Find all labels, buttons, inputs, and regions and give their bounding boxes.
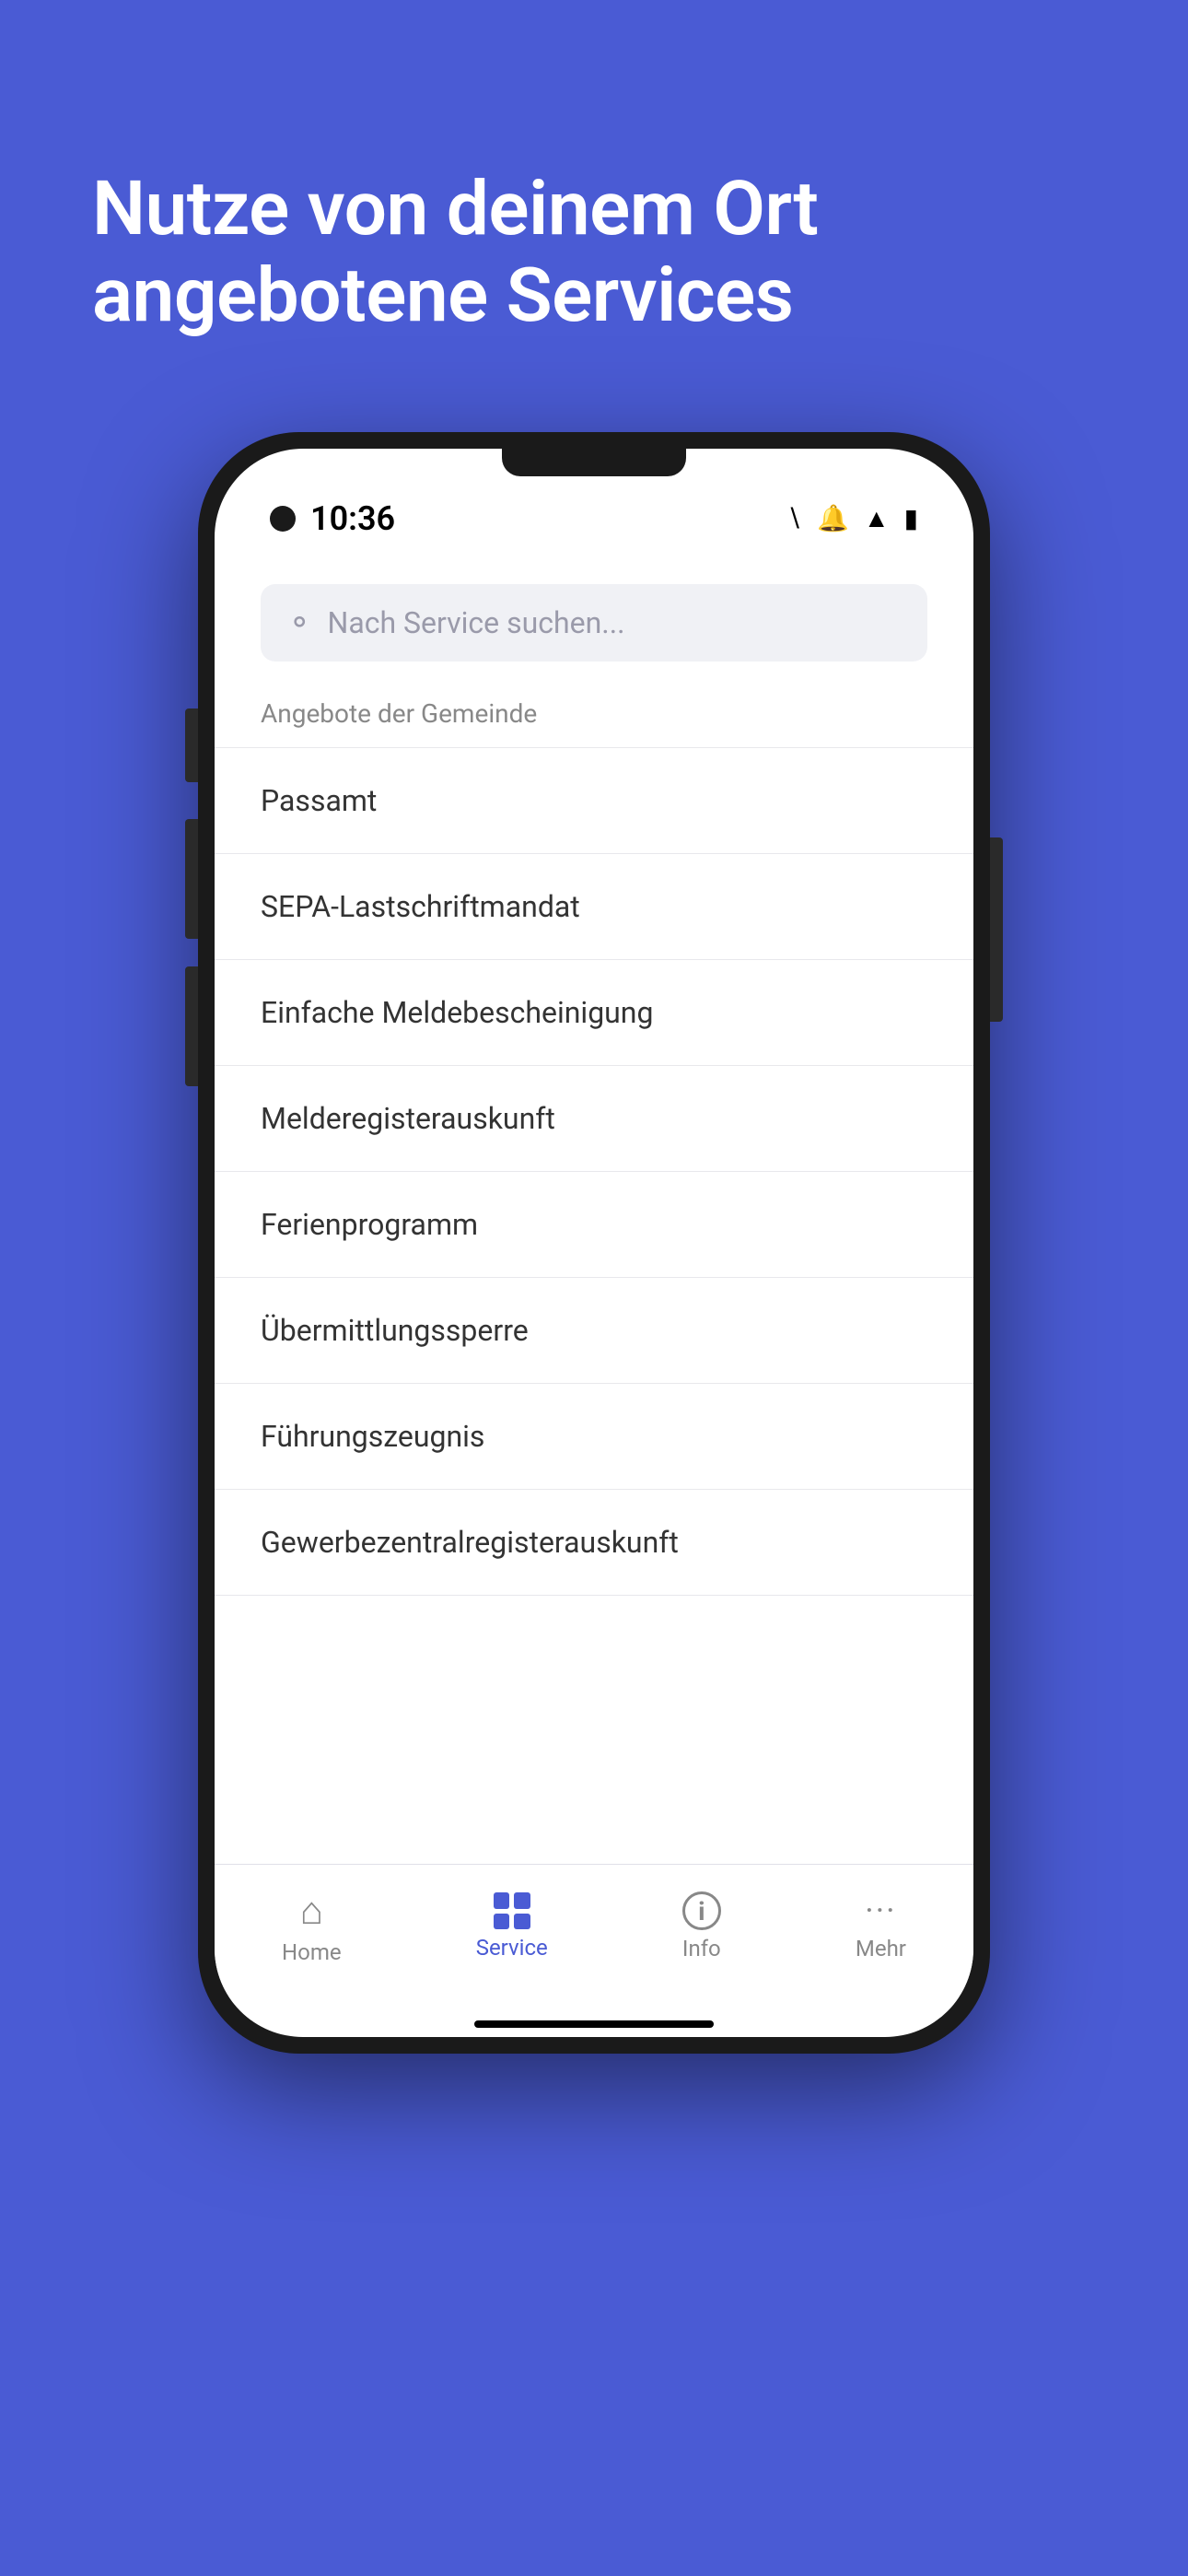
list-item[interactable]: Passamt: [215, 747, 973, 854]
more-icon: ···: [865, 1891, 896, 1930]
home-indicator: [474, 2020, 714, 2028]
search-icon: ⚬: [286, 604, 313, 641]
nav-item-mehr[interactable]: ··· Mehr: [819, 1882, 943, 1971]
search-placeholder: Nach Service suchen...: [328, 605, 625, 640]
power-button: [990, 837, 1003, 1022]
volume-up-button: [185, 819, 198, 939]
nav-label-info: Info: [682, 1936, 721, 1961]
list-item[interactable]: Führungszeugnis: [215, 1384, 973, 1490]
nav-label-service: Service: [476, 1935, 548, 1961]
nav-item-home[interactable]: ⌂ Home: [245, 1879, 379, 1974]
list-item[interactable]: Ferienprogramm: [215, 1172, 973, 1278]
info-icon: i: [682, 1891, 721, 1930]
bottom-nav: ⌂ Home Service i Info: [215, 1864, 973, 2020]
bluetooth-icon: ∖: [786, 503, 802, 533]
grid-icon: [494, 1892, 530, 1929]
home-icon: ⌂: [300, 1889, 323, 1934]
battery-icon: ▮: [904, 503, 918, 533]
list-item[interactable]: Gewerbezentralregisterauskunft: [215, 1490, 973, 1596]
volume-down-button: [185, 966, 198, 1086]
search-bar[interactable]: ⚬ Nach Service suchen...: [261, 584, 927, 662]
service-list: Passamt SEPA-Lastschriftmandat Einfache …: [215, 747, 973, 1864]
nav-label-home: Home: [282, 1939, 342, 1965]
list-item[interactable]: Übermittlungssperre: [215, 1278, 973, 1384]
phone-screen: 10:36 ∖ 🔔 ▲ ▮ ⚬ Nach Service suchen...: [215, 449, 973, 2037]
nav-label-mehr: Mehr: [856, 1936, 906, 1961]
mute-icon: 🔔: [817, 503, 849, 533]
camera-dot: [270, 506, 296, 532]
status-icons: ∖ 🔔 ▲ ▮: [786, 503, 918, 533]
list-item[interactable]: SEPA-Lastschriftmandat: [215, 854, 973, 960]
status-bar: 10:36 ∖ 🔔 ▲ ▮: [215, 449, 973, 556]
hero-section: Nutze von deinem Ort angebotene Services: [0, 0, 1188, 414]
nav-item-service[interactable]: Service: [439, 1883, 585, 1970]
status-time: 10:36: [270, 499, 395, 538]
app-content: ⚬ Nach Service suchen... Angebote der Ge…: [215, 556, 973, 2037]
section-label: Angebote der Gemeinde: [215, 698, 973, 729]
list-item[interactable]: Melderegisterauskunft: [215, 1066, 973, 1172]
list-item[interactable]: Einfache Meldebescheinigung: [215, 960, 973, 1066]
search-bar-container: ⚬ Nach Service suchen...: [215, 584, 973, 662]
volume-mute-button: [185, 708, 198, 782]
wifi-icon: ▲: [864, 503, 890, 533]
phone-frame: 10:36 ∖ 🔔 ▲ ▮ ⚬ Nach Service suchen...: [198, 432, 990, 2054]
hero-title: Nutze von deinem Ort angebotene Services: [92, 166, 1096, 340]
phone-mockup: 10:36 ∖ 🔔 ▲ ▮ ⚬ Nach Service suchen...: [198, 432, 990, 2054]
nav-item-info[interactable]: i Info: [646, 1882, 758, 1971]
